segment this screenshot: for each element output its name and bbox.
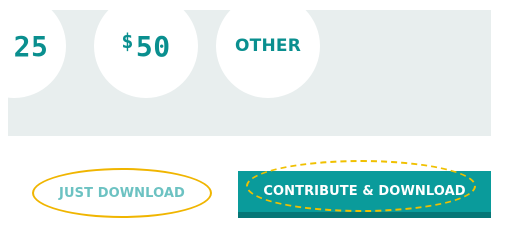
other-amount-label: OTHER bbox=[235, 36, 301, 56]
amount-value: $50 bbox=[121, 29, 170, 63]
amount-selector-panel: 25 $50 OTHER bbox=[8, 10, 491, 136]
just-download-button[interactable]: JUST DOWNLOAD bbox=[32, 168, 212, 218]
contribute-and-download-label: CONTRIBUTE & DOWNLOAD bbox=[263, 184, 466, 199]
contribute-and-download-button[interactable]: CONTRIBUTE & DOWNLOAD bbox=[238, 160, 491, 218]
currency-symbol: $ bbox=[121, 29, 134, 53]
donation-page: 25 $50 OTHER JUST DOWNLOAD CONTRIBUTE & … bbox=[0, 0, 507, 242]
amount-value: 25 bbox=[13, 29, 49, 63]
amount-option-50[interactable]: $50 bbox=[94, 10, 198, 98]
just-download-label: JUST DOWNLOAD bbox=[59, 185, 185, 201]
amount-number: 50 bbox=[135, 30, 171, 63]
amount-option-25[interactable]: 25 bbox=[8, 10, 66, 98]
amount-option-other[interactable]: OTHER bbox=[216, 10, 320, 98]
